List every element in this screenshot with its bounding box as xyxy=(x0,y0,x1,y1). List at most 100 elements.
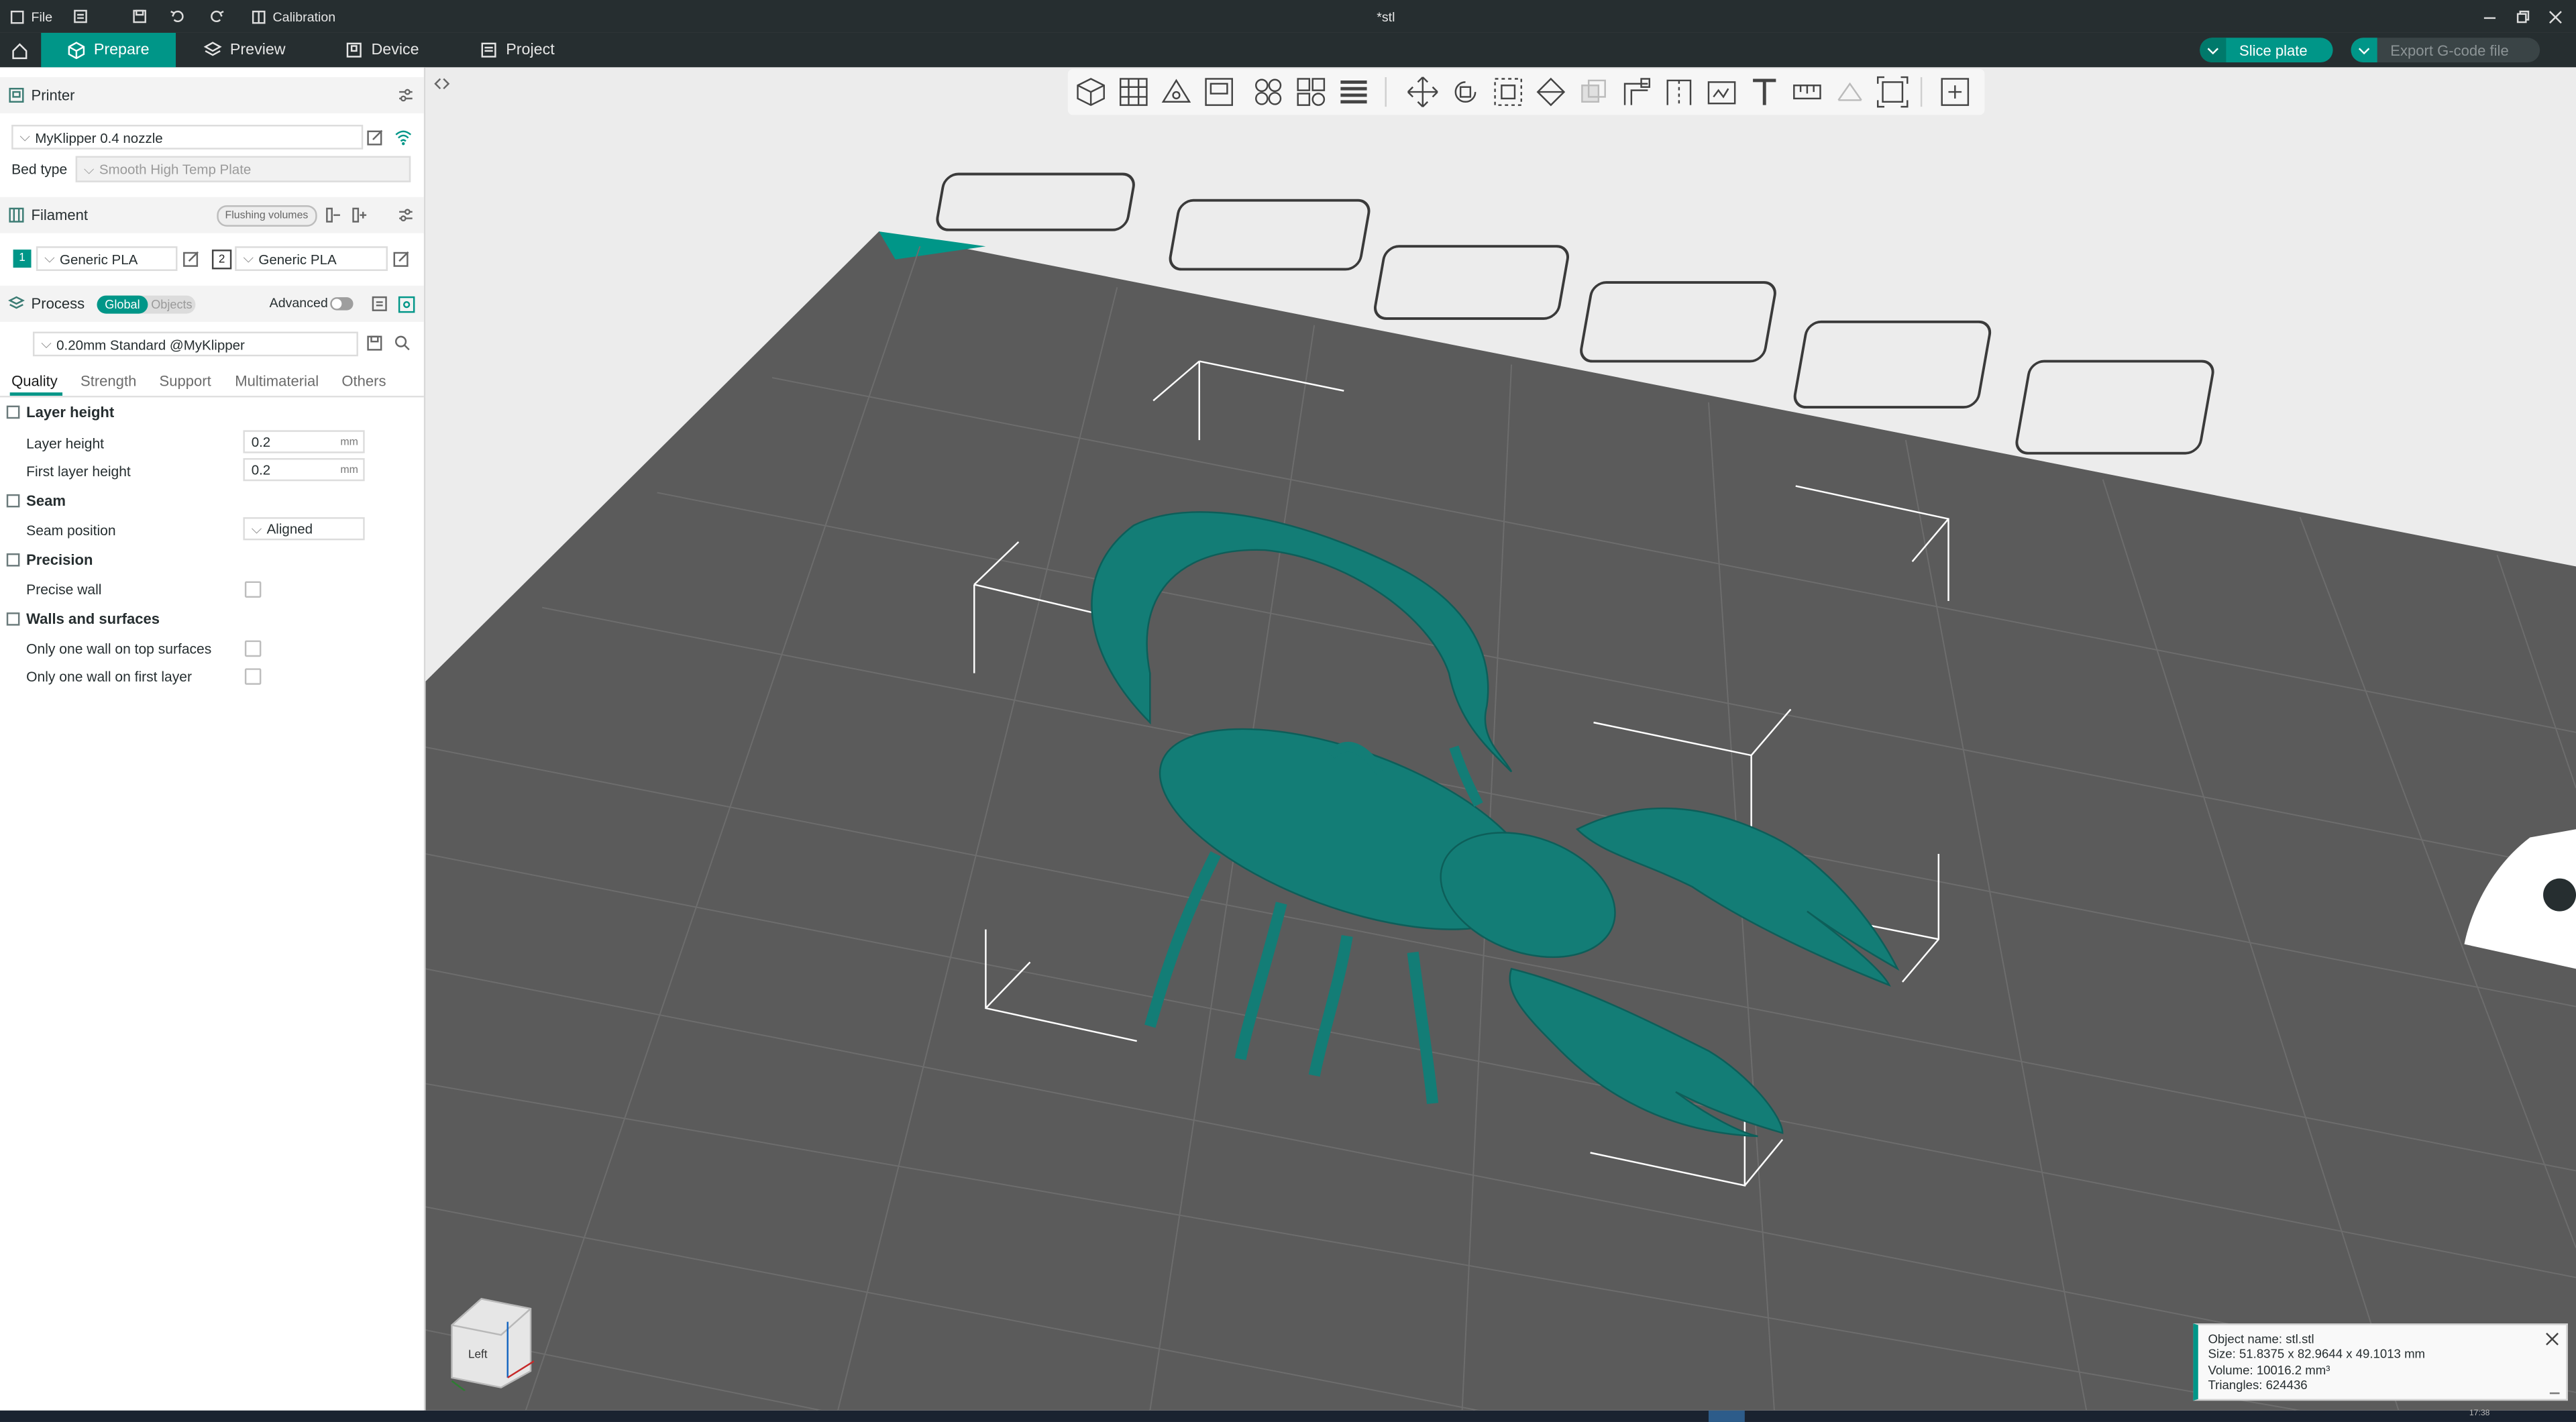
printer-section-label: Printer xyxy=(31,87,75,104)
chevron-down-icon: ⌵ xyxy=(41,335,52,351)
object-triangles: Triangles: 624436 xyxy=(2208,1378,2308,1393)
home-button[interactable] xyxy=(0,33,40,67)
auto-orient-icon[interactable] xyxy=(1160,76,1193,109)
precise-wall-label: Precise wall xyxy=(26,581,102,598)
variable-layer-height-icon[interactable] xyxy=(1337,76,1370,109)
layer-height-value: 0.2 xyxy=(251,433,271,450)
title-bar: File Calibration *stl xyxy=(0,0,2576,33)
tab-support[interactable]: Support xyxy=(160,373,211,389)
rotate-icon[interactable] xyxy=(1449,76,1482,109)
collapse-sidebar-icon[interactable] xyxy=(431,72,453,95)
undo-icon[interactable] xyxy=(169,0,185,33)
redo-icon[interactable] xyxy=(209,0,225,33)
assembly-icon[interactable] xyxy=(1833,76,1866,109)
search-icon[interactable] xyxy=(394,335,411,351)
precision-group-header: Precision xyxy=(0,552,93,568)
tab-preview[interactable]: Preview xyxy=(203,33,286,67)
layer-height-group-label: Layer height xyxy=(26,404,115,421)
edit-icon[interactable] xyxy=(182,250,201,268)
tab-device[interactable]: Device xyxy=(345,33,419,67)
color-painting-icon[interactable] xyxy=(1705,76,1738,109)
arrange-icon[interactable] xyxy=(1203,76,1236,109)
cut-icon[interactable] xyxy=(1577,76,1610,109)
settings-sliders-icon[interactable] xyxy=(398,87,414,103)
only-one-wall-first-label: Only one wall on first layer xyxy=(26,668,192,685)
filament-select[interactable]: ⌵ Generic PLA xyxy=(36,246,178,271)
tab-multimaterial[interactable]: Multimaterial xyxy=(235,373,319,389)
split-objects-icon[interactable] xyxy=(1252,76,1285,109)
toggle-objects[interactable]: Objects xyxy=(148,296,195,314)
layer-height-label: Layer height xyxy=(26,435,105,452)
calibration-icon xyxy=(252,9,266,23)
close-window-icon[interactable] xyxy=(2548,0,2563,33)
tab-prepare[interactable]: Prepare xyxy=(41,32,176,68)
add-object-icon[interactable] xyxy=(1075,76,1108,109)
process-tabs: Quality Strength Support Multimaterial O… xyxy=(0,368,424,396)
flushing-volumes-button[interactable]: Flushing volumes xyxy=(217,205,317,227)
settings-sliders-icon[interactable] xyxy=(398,207,414,223)
tab-strength[interactable]: Strength xyxy=(80,373,136,389)
plate-settings-icon[interactable] xyxy=(1939,76,1972,109)
filament-select[interactable]: ⌵ Generic PLA xyxy=(235,246,388,271)
build-plate-scene[interactable] xyxy=(425,67,2576,1411)
lay-on-face-icon[interactable] xyxy=(1534,76,1567,109)
move-icon[interactable] xyxy=(1406,76,1439,109)
bed-type-select[interactable]: ⌵ Smooth High Temp Plate xyxy=(75,156,411,182)
seam-position-select[interactable]: ⌵ Aligned xyxy=(243,517,365,541)
only-one-wall-first-checkbox[interactable] xyxy=(244,668,262,685)
restore-icon[interactable] xyxy=(2515,0,2530,33)
fit-view-icon[interactable] xyxy=(1876,76,1909,109)
view-cube-face-label: Left xyxy=(468,1350,488,1362)
tab-quality[interactable]: Quality xyxy=(11,373,58,389)
export-gcode-button[interactable]: Export G-code file xyxy=(2351,38,2540,63)
walls-group-header: Walls and surfaces xyxy=(0,611,160,627)
compare-icon[interactable] xyxy=(371,296,387,312)
seam-painting-icon[interactable] xyxy=(1662,76,1695,109)
minimize-icon[interactable] xyxy=(2482,0,2497,33)
dropdown-menu-icon[interactable] xyxy=(72,0,89,33)
3d-viewport[interactable]: Left xyxy=(425,67,2576,1411)
calibration-menu[interactable]: Calibration xyxy=(252,0,336,33)
view-cube[interactable]: Left xyxy=(449,1295,535,1392)
settings-sidebar: Printer ⌵ MyKlipper 0.4 nozzle Bed type … xyxy=(0,67,426,1422)
printer-select[interactable]: ⌵ MyKlipper 0.4 nozzle xyxy=(11,125,364,150)
scale-icon[interactable] xyxy=(1492,76,1525,109)
export-gcode-label: Export G-code file xyxy=(2390,42,2509,58)
edit-icon[interactable] xyxy=(366,128,384,146)
settings-icon[interactable] xyxy=(398,296,416,314)
add-filament-icon[interactable] xyxy=(352,207,368,223)
toggle-global[interactable]: Global xyxy=(97,295,148,314)
add-plate-icon[interactable] xyxy=(1117,76,1150,109)
support-painting-icon[interactable] xyxy=(1620,76,1653,109)
edit-icon[interactable] xyxy=(392,250,411,268)
calibration-label: Calibration xyxy=(272,9,336,24)
process-preset-select[interactable]: ⌵ 0.20mm Standard @MyKlipper xyxy=(32,331,358,357)
layer-height-input[interactable]: 0.2 mm xyxy=(243,430,365,453)
taskbar-clock: 17:38 xyxy=(2469,1409,2490,1419)
chevron-down-icon: ⌵ xyxy=(243,250,254,266)
first-layer-height-input[interactable]: 0.2 mm xyxy=(243,457,365,482)
global-objects-toggle[interactable]: Global Objects xyxy=(97,295,196,314)
tab-project[interactable]: Project xyxy=(480,33,555,67)
split-parts-icon[interactable] xyxy=(1295,76,1328,109)
measure-icon[interactable] xyxy=(1790,76,1823,109)
close-icon[interactable] xyxy=(2545,1331,2560,1346)
minimize-panel-icon[interactable] xyxy=(2549,1392,2560,1394)
precise-wall-checkbox[interactable] xyxy=(244,581,262,598)
remove-filament-icon[interactable] xyxy=(325,207,341,223)
text-icon[interactable] xyxy=(1748,76,1781,109)
active-app-taskbar-icon[interactable] xyxy=(1708,1410,1745,1422)
file-menu[interactable]: File xyxy=(10,0,52,33)
only-one-wall-top-label: Only one wall on top surfaces xyxy=(26,640,212,657)
advanced-toggle[interactable] xyxy=(330,297,354,311)
object-size: Size: 51.8375 x 82.9644 x 49.1013 mm xyxy=(2208,1347,2426,1362)
chevron-down-icon: ⌵ xyxy=(251,519,262,537)
slice-plate-button[interactable]: Slice plate xyxy=(2200,38,2333,63)
tab-prepare-label: Prepare xyxy=(93,41,150,60)
wifi-icon[interactable] xyxy=(394,128,413,146)
tab-others[interactable]: Others xyxy=(341,373,386,389)
only-one-wall-top-checkbox[interactable] xyxy=(244,640,262,657)
chevron-down-icon: ⌵ xyxy=(83,160,95,177)
save-preset-icon[interactable] xyxy=(366,335,382,351)
save-icon[interactable] xyxy=(131,0,148,33)
